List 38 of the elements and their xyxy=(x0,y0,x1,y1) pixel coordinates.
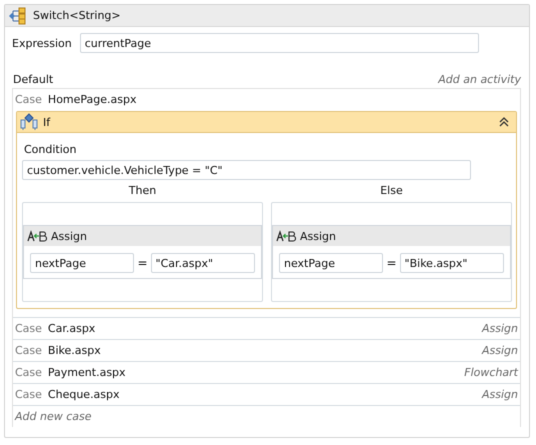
case-value[interactable]: HomePage.aspx xyxy=(48,93,136,106)
case-activity-type[interactable]: Assign xyxy=(482,388,518,401)
add-activity-hint[interactable]: Add an activity xyxy=(438,73,521,86)
case-value[interactable]: Payment.aspx xyxy=(48,366,126,379)
assign-value-field[interactable]: "Car.aspx" xyxy=(150,253,255,273)
case-activity-type[interactable]: Flowchart xyxy=(464,366,518,379)
assign-title: Assign xyxy=(51,230,87,242)
assign-title: Assign xyxy=(300,230,336,242)
if-title: If xyxy=(43,116,50,128)
assign-value-field[interactable]: "Bike.aspx" xyxy=(400,253,504,273)
expression-label: Expression xyxy=(12,36,72,50)
assign-icon xyxy=(27,230,47,242)
collapse-icon[interactable] xyxy=(498,116,510,128)
case-label: Case xyxy=(15,322,42,335)
case-label: Case xyxy=(15,366,42,379)
case-label: Case xyxy=(15,388,42,401)
expression-field[interactable]: currentPage xyxy=(80,33,479,53)
condition-label: Condition xyxy=(24,143,78,156)
case-label: Case xyxy=(15,344,42,357)
case-value[interactable]: Cheque.aspx xyxy=(48,388,120,401)
branch-label: Then xyxy=(128,184,156,197)
if-icon xyxy=(19,113,39,131)
case-label: Case xyxy=(15,93,42,106)
add-new-case-link[interactable]: Add new case xyxy=(15,410,92,423)
default-label: Default xyxy=(13,73,54,86)
activity-title: Switch<String> xyxy=(33,9,121,22)
equals-sign: = xyxy=(137,256,148,270)
equals-sign: = xyxy=(386,256,397,270)
assign-to-field[interactable]: nextPage xyxy=(30,253,134,273)
switch-icon xyxy=(8,6,28,24)
condition-field[interactable]: customer.vehicle.VehicleType = "C" xyxy=(22,160,471,180)
assign-to-field[interactable]: nextPage xyxy=(279,253,384,273)
branch-label: Else xyxy=(380,184,403,197)
case-activity-type[interactable]: Assign xyxy=(482,322,518,335)
case-value[interactable]: Bike.aspx xyxy=(48,344,101,357)
assign-icon xyxy=(276,230,296,242)
case-value[interactable]: Car.aspx xyxy=(48,322,96,335)
case-activity-type[interactable]: Assign xyxy=(482,344,518,357)
